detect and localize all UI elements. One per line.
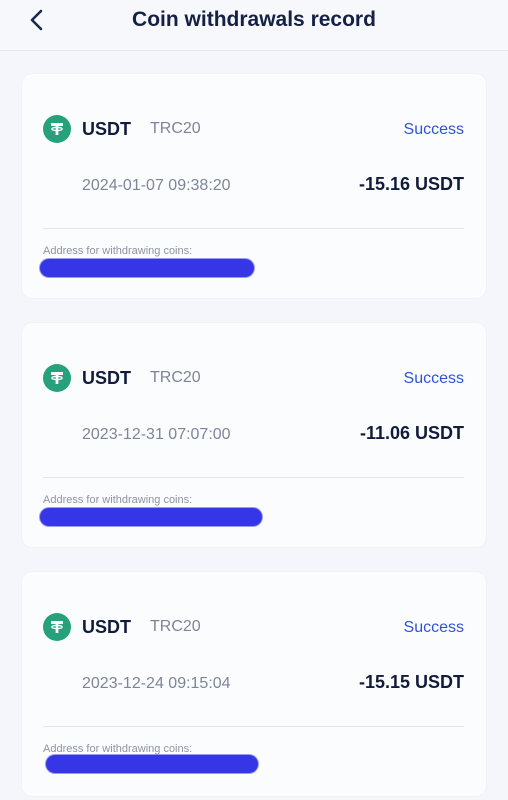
tether-icon — [43, 364, 71, 392]
network-label: TRC20 — [150, 120, 201, 137]
address-label: Address for withdrawing coins: — [43, 494, 193, 506]
address-label: Address for withdrawing coins: — [43, 743, 193, 755]
address-label: Address for withdrawing coins: — [43, 245, 193, 257]
status-label: Success — [403, 121, 464, 138]
status-label: Success — [403, 370, 464, 387]
withdrawal-record-card[interactable]: USDT TRC20 Success 2023-12-31 07:07:00 -… — [22, 323, 486, 547]
withdrawal-record-card[interactable]: USDT TRC20 Success 2024-01-07 09:38:20 -… — [22, 74, 486, 298]
withdrawal-amount: -11.06 USDT — [359, 423, 464, 443]
redacted-address — [46, 755, 258, 773]
withdrawal-record-card[interactable]: USDT TRC20 Success 2023-12-24 09:15:04 -… — [22, 572, 486, 796]
withdrawal-time: 2023-12-24 09:15:04 — [82, 675, 231, 692]
withdrawal-time: 2023-12-31 07:07:00 — [82, 426, 231, 443]
status-label: Success — [403, 619, 464, 636]
network-label: TRC20 — [150, 618, 201, 635]
network-label: TRC20 — [150, 369, 201, 386]
page-title: Coin withdrawals record — [132, 8, 376, 31]
tether-icon — [43, 613, 71, 641]
redacted-address — [40, 508, 262, 526]
withdrawal-time: 2024-01-07 09:38:20 — [82, 177, 231, 194]
redacted-address — [40, 259, 254, 277]
header-bar: Coin withdrawals record — [0, 0, 508, 51]
withdrawal-amount: -15.15 USDT — [358, 672, 464, 692]
divider — [43, 477, 464, 478]
withdrawal-amount: -15.16 USDT — [358, 174, 464, 194]
divider — [43, 726, 464, 727]
divider — [43, 228, 464, 229]
coin-name: USDT — [82, 368, 131, 388]
tether-icon — [43, 115, 71, 143]
coin-name: USDT — [82, 617, 131, 637]
coin-name: USDT — [82, 119, 131, 139]
